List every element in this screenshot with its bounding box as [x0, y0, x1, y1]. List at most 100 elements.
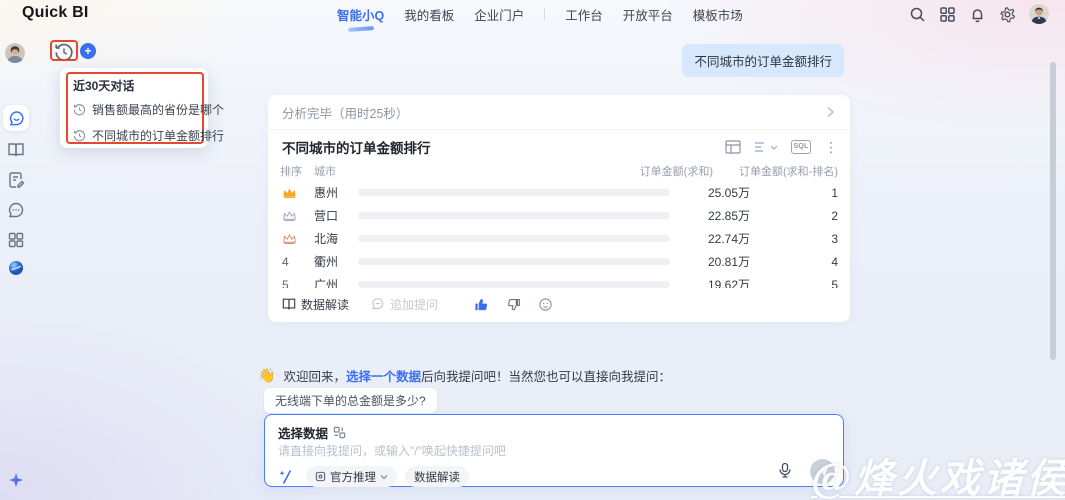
user-avatar[interactable] — [1029, 4, 1049, 24]
quick-bi-logo[interactable]: Quick BI — [22, 4, 89, 22]
select-data-link[interactable]: 选择一个数据 — [346, 370, 421, 384]
analysis-card: 分析完毕（用时25秒） 不同城市的订单金额排行 SQL ⋮ 排序 城市 订单金额… — [268, 95, 850, 322]
history-icon — [73, 103, 86, 116]
history-panel: 近30天对话 销售额最高的省份是哪个 不同城市的订单金额排行 — [60, 68, 208, 148]
table-view-icon[interactable] — [725, 140, 741, 154]
city-name: 广州 — [314, 276, 358, 288]
chat-scrollbar[interactable] — [1050, 62, 1056, 360]
doc-edit-icon — [7, 171, 25, 189]
history-item-1[interactable]: 销售额最高的省份是哪个 — [73, 101, 224, 118]
more-menu-icon[interactable]: ⋮ — [824, 140, 838, 154]
table-row[interactable]: 北海 22.74万 3 — [280, 227, 838, 250]
nav-item-template-market[interactable]: 模板市场 — [693, 5, 743, 24]
sidebar-item-globe[interactable] — [7, 259, 25, 277]
top-header: Quick BI 智能小Q 我的看板 企业门户 工作台 开放平台 模板市场 — [0, 0, 1065, 28]
wave-emoji: 👋 — [258, 367, 275, 384]
nav-label: 我的看板 — [404, 9, 454, 23]
nav-label: 工作台 — [565, 9, 603, 23]
table-body: 惠州 25.05万 1 营口 22.85万 2 北海 22.74万 — [280, 181, 838, 288]
bar-track — [358, 258, 670, 265]
watermark-text: @烽火戏诸侯 — [811, 446, 1065, 500]
follow-up-label: 追加提问 — [390, 296, 438, 313]
sql-badge-label: SQL — [791, 140, 811, 154]
sidebar-item-smart-chat[interactable] — [3, 105, 29, 131]
thumbs-down-icon[interactable] — [506, 297, 521, 312]
amount-rank: 3 — [750, 232, 838, 246]
amount-rank: 2 — [750, 209, 838, 223]
message-dots-icon — [7, 201, 25, 219]
table-row[interactable]: 5 广州 19.62万 5 — [280, 273, 838, 288]
apps-grid-icon[interactable] — [939, 6, 956, 23]
open-book-icon — [282, 297, 296, 311]
sidebar-item-reports[interactable] — [7, 171, 25, 189]
city-name: 衢州 — [314, 253, 358, 270]
emoji-feedback-icon[interactable] — [538, 297, 553, 312]
select-data-button[interactable]: 选择数据 — [278, 423, 346, 442]
quick-command-icon[interactable] — [278, 468, 296, 486]
bar-track — [358, 212, 670, 219]
col-header-city: 城市 — [314, 163, 618, 179]
sql-icon[interactable]: SQL — [791, 140, 811, 154]
nav-label: 开放平台 — [623, 9, 673, 23]
history-button[interactable] — [54, 43, 74, 59]
history-item-2[interactable]: 不同城市的订单金额排行 — [73, 127, 224, 144]
nav-item-my-dashboard[interactable]: 我的看板 — [404, 5, 454, 24]
chat-smile-icon — [8, 110, 25, 127]
history-icon — [54, 43, 74, 61]
user-message-bubble: 不同城市的订单金额排行 — [682, 44, 844, 77]
col-header-value: 订单金额(求和) — [618, 163, 713, 179]
city-name: 北海 — [314, 230, 358, 247]
order-amount: 25.05万 — [670, 184, 750, 201]
card-toolbar: SQL ⋮ — [725, 140, 838, 154]
col-header-value-rank: 订单金额(求和-排名) — [713, 163, 838, 179]
sparkle-icon — [7, 471, 25, 489]
data-interpret-pill[interactable]: 数据解读 — [405, 466, 469, 487]
order-amount: 20.81万 — [670, 253, 750, 270]
gear-icon[interactable] — [999, 6, 1016, 23]
nav-item-portal[interactable]: 企业门户 — [474, 5, 524, 24]
card-footer: 数据解读 追加提问 — [282, 293, 838, 315]
history-panel-title: 近30天对话 — [73, 77, 134, 94]
sidebar-item-qa[interactable] — [7, 201, 25, 219]
nav-item-smart-q[interactable]: 智能小Q — [337, 5, 384, 24]
sidebar-item-apps[interactable] — [7, 231, 25, 249]
rank-table: 排序 城市 订单金额(求和) 订单金额(求和-排名) 惠州 25.05万 1 营… — [280, 161, 838, 288]
order-amount: 19.62万 — [670, 276, 750, 288]
chart-style-switch-icon[interactable] — [754, 140, 778, 154]
sidebar-item-dashboards[interactable] — [7, 141, 25, 159]
crown-gold-icon — [280, 186, 314, 199]
crown-bronze-icon — [280, 232, 314, 245]
table-row[interactable]: 惠州 25.05万 1 — [280, 181, 838, 204]
send-button[interactable] — [810, 459, 835, 484]
sidebar-avatar[interactable] — [5, 43, 25, 63]
table-row[interactable]: 4 衢州 20.81万 4 — [280, 250, 838, 273]
grid-icon — [7, 231, 25, 249]
bar-track — [358, 235, 670, 242]
new-chat-button[interactable]: + — [80, 43, 96, 59]
select-data-label: 选择数据 — [278, 423, 328, 442]
data-interpret-button[interactable]: 数据解读 — [282, 296, 349, 313]
search-icon[interactable] — [909, 6, 926, 23]
amount-rank: 1 — [750, 186, 838, 200]
suggested-question-chip[interactable]: 无线端下单的总金额是多少? — [264, 388, 437, 413]
table-row[interactable]: 营口 22.85万 2 — [280, 204, 838, 227]
sidebar-sparkle-button[interactable] — [7, 471, 25, 489]
follow-up-button[interactable]: 追加提问 — [371, 296, 438, 313]
feedback-icons — [474, 297, 553, 312]
question-input[interactable] — [278, 442, 708, 460]
analysis-status-text: 分析完毕（用时25秒） — [282, 103, 408, 122]
chevron-right-icon[interactable] — [824, 106, 836, 118]
microphone-icon[interactable] — [777, 462, 793, 478]
rank-number: 5 — [280, 278, 314, 289]
globe-icon — [7, 259, 25, 277]
thumbs-up-icon[interactable] — [474, 297, 489, 312]
nav-item-workspace[interactable]: 工作台 — [565, 5, 603, 24]
bell-icon[interactable] — [969, 6, 986, 23]
header-icon-group — [909, 4, 1049, 24]
order-amount: 22.74万 — [670, 230, 750, 247]
chat-bubble-icon — [371, 297, 385, 311]
nav-item-open-platform[interactable]: 开放平台 — [623, 5, 673, 24]
welcome-text: 欢迎回来，选择一个数据后向我提问吧！当然您也可以直接向我提问： — [283, 366, 671, 385]
amount-rank: 5 — [750, 278, 838, 289]
model-select-pill[interactable]: 官方推理 — [306, 466, 397, 487]
